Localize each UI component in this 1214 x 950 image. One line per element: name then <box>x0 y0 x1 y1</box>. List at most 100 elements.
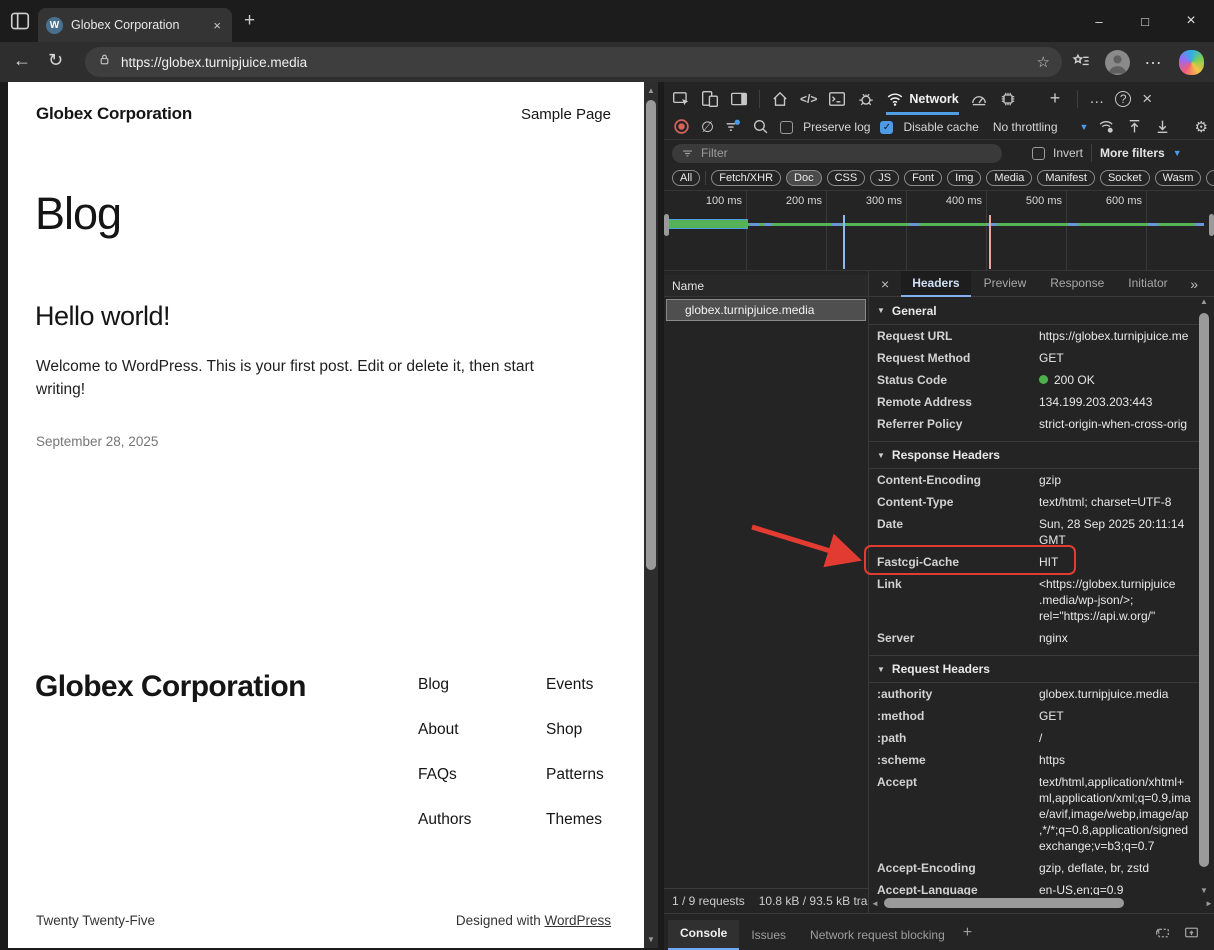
address-bar[interactable]: https://globex.turnipjuice.media ☆ <box>85 47 1062 77</box>
request-row-selected[interactable]: globex.turnipjuice.media <box>666 299 866 321</box>
site-title-link[interactable]: Globex Corporation <box>36 104 192 124</box>
chip-socket[interactable]: Socket <box>1099 170 1150 186</box>
maximize-button[interactable]: □ <box>1122 14 1168 29</box>
close-devtools-icon[interactable]: × <box>1142 89 1152 109</box>
wordpress-link[interactable]: WordPress <box>544 913 611 928</box>
close-window-button[interactable]: × <box>1168 12 1214 30</box>
chip-doc[interactable]: Doc <box>786 170 822 186</box>
import-har-icon[interactable] <box>1126 118 1144 136</box>
dock-quick-view-icon[interactable] <box>1154 924 1171 941</box>
chip-img[interactable]: Img <box>947 170 982 186</box>
scroll-up-icon[interactable]: ▲ <box>644 86 658 95</box>
footer-link[interactable]: About <box>418 721 471 739</box>
refresh-button[interactable]: ↻ <box>48 50 63 71</box>
footer-link[interactable]: Themes <box>546 811 604 829</box>
footer-link[interactable]: Shop <box>546 721 604 739</box>
scroll-down-icon[interactable]: ▼ <box>644 935 658 944</box>
tab-headers[interactable]: Headers <box>901 271 971 297</box>
chip-wasm[interactable]: Wasm <box>1154 170 1202 186</box>
nav-link-sample-page[interactable]: Sample Page <box>521 106 611 123</box>
help-icon[interactable]: ? <box>1115 90 1132 107</box>
chip-fetch-xhr[interactable]: Fetch/XHR <box>711 170 782 186</box>
timeline-right-handle[interactable] <box>1209 214 1214 236</box>
profile-avatar[interactable] <box>1105 50 1130 75</box>
tab-close-icon[interactable]: × <box>210 18 224 33</box>
tab-preview[interactable]: Preview <box>973 271 1038 297</box>
browser-tab[interactable]: W Globex Corporation × <box>38 8 232 42</box>
filter-icon[interactable] <box>724 118 742 136</box>
invert-label[interactable]: Invert <box>1053 146 1083 160</box>
clear-icon[interactable]: ∅ <box>701 118 714 136</box>
disable-cache-label[interactable]: Disable cache <box>903 120 978 134</box>
collapse-triangle-icon[interactable]: ▼ <box>877 665 885 674</box>
invert-checkbox[interactable] <box>1032 146 1045 160</box>
search-icon[interactable] <box>752 118 770 136</box>
timeline-left-handle[interactable] <box>664 214 669 236</box>
headers-scrollbar[interactable]: ▲ ▼ <box>1198 297 1210 895</box>
network-overview-timeline[interactable]: 100 ms 200 ms 300 ms 400 ms 500 ms 600 m… <box>664 191 1214 271</box>
tab-network[interactable]: Network <box>886 82 959 115</box>
footer-link[interactable]: FAQs <box>418 766 471 784</box>
dock-side-icon[interactable] <box>730 90 748 108</box>
headers-hscrollbar-thumb[interactable] <box>884 898 1124 908</box>
scroll-right-icon[interactable]: ► <box>1204 899 1214 908</box>
scroll-left-icon[interactable]: ◄ <box>870 899 880 908</box>
tab-initiator[interactable]: Initiator <box>1117 271 1178 297</box>
section-header-request[interactable]: ▼ Request Headers <box>869 655 1202 683</box>
favorite-star-icon[interactable]: ☆ <box>1037 53 1050 71</box>
inspect-element-icon[interactable] <box>672 90 690 108</box>
chip-manifest[interactable]: Manifest <box>1037 170 1095 186</box>
chip-js[interactable]: JS <box>870 170 900 186</box>
drawer-tab-network-request-blocking[interactable]: Network request blocking <box>798 922 957 950</box>
footer-link[interactable]: Events <box>546 676 604 694</box>
chip-font[interactable]: Font <box>904 170 943 186</box>
welcome-home-icon[interactable] <box>771 90 789 108</box>
performance-icon[interactable] <box>970 90 988 108</box>
favorites-list-icon[interactable] <box>1072 52 1091 76</box>
drawer-tab-issues[interactable]: Issues <box>739 922 798 950</box>
more-options-icon[interactable]: … <box>1089 90 1104 107</box>
collapse-triangle-icon[interactable]: ▼ <box>877 306 885 315</box>
tab-response[interactable]: Response <box>1039 271 1115 297</box>
record-icon[interactable] <box>673 118 691 136</box>
minimize-button[interactable]: – <box>1076 14 1122 29</box>
scroll-down-icon[interactable]: ▼ <box>1198 886 1210 895</box>
footer-link[interactable]: Blog <box>418 676 471 694</box>
url-text[interactable]: https://globex.turnipjuice.media <box>121 55 1028 70</box>
throttling-dropdown-icon[interactable]: ▼ <box>1080 122 1089 132</box>
post-title-link[interactable]: Hello world! <box>35 301 171 332</box>
browser-menu-icon[interactable]: … <box>1144 48 1162 69</box>
page-scrollbar-thumb[interactable] <box>646 100 656 570</box>
name-column-header[interactable]: Name <box>664 275 868 297</box>
section-header-response[interactable]: ▼ Response Headers <box>869 441 1202 469</box>
add-panel-icon[interactable]: + <box>1050 88 1061 109</box>
chip-other[interactable]: Other <box>1206 170 1214 186</box>
expand-quick-view-icon[interactable] <box>1183 924 1200 941</box>
elements-panel-icon[interactable]: </> <box>800 92 817 106</box>
debugger-bug-icon[interactable] <box>857 90 875 108</box>
add-drawer-tab-icon[interactable]: + <box>957 920 982 950</box>
drawer-tab-console[interactable]: Console <box>668 920 740 950</box>
preserve-log-checkbox[interactable] <box>780 120 794 134</box>
section-header-general[interactable]: ▼ General <box>869 297 1202 325</box>
console-panel-icon[interactable] <box>828 90 846 108</box>
footer-link[interactable]: Authors <box>418 811 471 829</box>
preserve-log-label[interactable]: Preserve log <box>803 120 870 134</box>
copilot-icon[interactable] <box>1179 50 1204 75</box>
throttling-select[interactable]: No throttling <box>993 120 1058 134</box>
chip-css[interactable]: CSS <box>826 170 866 186</box>
more-filters-dropdown-icon[interactable]: ▼ <box>1173 148 1182 158</box>
chip-media[interactable]: Media <box>986 170 1033 186</box>
export-har-icon[interactable] <box>1154 118 1172 136</box>
collapse-triangle-icon[interactable]: ▼ <box>877 451 885 460</box>
more-tabs-icon[interactable]: » <box>1190 276 1214 292</box>
filter-input[interactable]: Filter <box>672 143 1002 163</box>
close-details-icon[interactable]: × <box>869 276 899 292</box>
headers-scrollbar-thumb[interactable] <box>1199 313 1209 867</box>
back-button[interactable]: ← <box>13 50 31 71</box>
more-filters-button[interactable]: More filters <box>1100 146 1165 160</box>
headers-hscrollbar[interactable]: ◄ ► <box>870 895 1214 911</box>
tab-actions-icon[interactable] <box>9 10 31 32</box>
footer-link[interactable]: Patterns <box>546 766 604 784</box>
scroll-up-icon[interactable]: ▲ <box>1198 297 1210 306</box>
